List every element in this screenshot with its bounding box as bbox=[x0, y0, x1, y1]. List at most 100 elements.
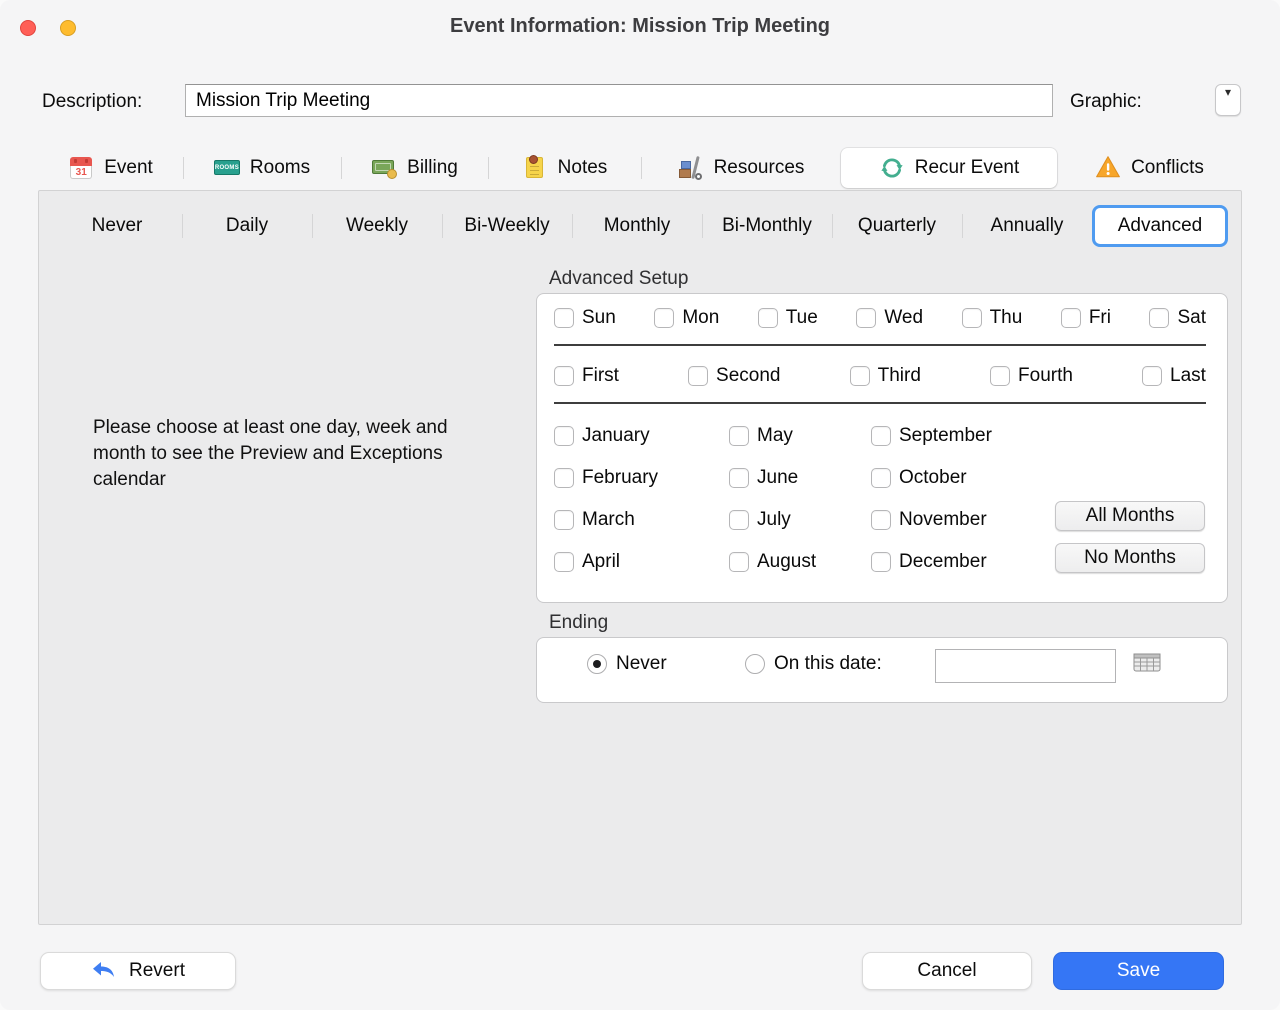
all-months-button[interactable]: All Months bbox=[1055, 501, 1205, 531]
radio-unselected[interactable] bbox=[745, 654, 765, 674]
month-column-2: May June July August bbox=[729, 424, 816, 574]
freq-tab-annually[interactable]: Annually bbox=[962, 205, 1092, 247]
ending-never-radio[interactable]: Never bbox=[587, 652, 667, 676]
freq-tab-weekly[interactable]: Weekly bbox=[312, 205, 442, 247]
checkbox[interactable] bbox=[554, 308, 574, 328]
checkbox[interactable] bbox=[554, 366, 574, 386]
tab-label: Event bbox=[104, 157, 153, 179]
week-label: Last bbox=[1170, 365, 1206, 387]
week-label: Third bbox=[878, 365, 921, 387]
checkbox[interactable] bbox=[850, 366, 870, 386]
checkbox[interactable] bbox=[758, 308, 778, 328]
freq-tab-never[interactable]: Never bbox=[52, 205, 182, 247]
month-checkbox-january[interactable]: January bbox=[554, 424, 658, 448]
dropdown-caret-icon: ▾ bbox=[1225, 86, 1231, 98]
freq-tab-quarterly[interactable]: Quarterly bbox=[832, 205, 962, 247]
week-checkbox-third[interactable]: Third bbox=[850, 364, 921, 388]
checkbox[interactable] bbox=[1149, 308, 1169, 328]
month-label: March bbox=[582, 509, 635, 531]
day-label: Thu bbox=[990, 307, 1023, 329]
checkbox[interactable] bbox=[729, 426, 749, 446]
freq-tab-bimonthly[interactable]: Bi-Monthly bbox=[702, 205, 832, 247]
week-checkbox-fourth[interactable]: Fourth bbox=[990, 364, 1073, 388]
checkbox[interactable] bbox=[990, 366, 1010, 386]
tab-notes[interactable]: Notes bbox=[488, 148, 641, 188]
cancel-button[interactable]: Cancel bbox=[862, 952, 1032, 990]
day-label: Sun bbox=[582, 307, 616, 329]
checkbox[interactable] bbox=[554, 468, 574, 488]
week-checkbox-first[interactable]: First bbox=[554, 364, 619, 388]
checkbox[interactable] bbox=[554, 510, 574, 530]
day-checkbox-wed[interactable]: Wed bbox=[856, 306, 923, 330]
month-checkbox-november[interactable]: November bbox=[871, 508, 992, 532]
freq-tab-advanced[interactable]: Advanced bbox=[1092, 205, 1228, 247]
week-checkbox-last[interactable]: Last bbox=[1142, 364, 1206, 388]
day-checkbox-sat[interactable]: Sat bbox=[1149, 306, 1206, 330]
checkbox[interactable] bbox=[962, 308, 982, 328]
weekday-row: Sun Mon Tue Wed Thu Fri Sat bbox=[554, 306, 1206, 330]
freq-tab-biweekly[interactable]: Bi-Weekly bbox=[442, 205, 572, 247]
radio-label: On this date: bbox=[774, 653, 882, 675]
checkbox[interactable] bbox=[1061, 308, 1081, 328]
tab-conflicts[interactable]: Conflicts bbox=[1057, 148, 1242, 188]
notes-sticky-icon bbox=[522, 155, 548, 181]
freq-tab-daily[interactable]: Daily bbox=[182, 205, 312, 247]
event-information-window: Event Information: Mission Trip Meeting … bbox=[0, 0, 1280, 1010]
checkbox[interactable] bbox=[871, 552, 891, 572]
week-label: First bbox=[582, 365, 619, 387]
revert-button[interactable]: Revert bbox=[40, 952, 236, 990]
tab-label: Rooms bbox=[250, 157, 310, 179]
checkbox[interactable] bbox=[1142, 366, 1162, 386]
radio-selected[interactable] bbox=[587, 654, 607, 674]
month-checkbox-march[interactable]: March bbox=[554, 508, 658, 532]
checkbox[interactable] bbox=[871, 426, 891, 446]
checkbox[interactable] bbox=[856, 308, 876, 328]
checkbox[interactable] bbox=[871, 510, 891, 530]
week-checkbox-second[interactable]: Second bbox=[688, 364, 780, 388]
tab-recur-event[interactable]: Recur Event bbox=[841, 148, 1057, 188]
tab-billing[interactable]: Billing bbox=[341, 148, 488, 188]
month-checkbox-june[interactable]: June bbox=[729, 466, 816, 490]
freq-tab-monthly[interactable]: Monthly bbox=[572, 205, 702, 247]
ending-heading: Ending bbox=[549, 612, 608, 634]
event-calendar-icon: 31 bbox=[68, 155, 94, 181]
checkbox[interactable] bbox=[871, 468, 891, 488]
month-checkbox-february[interactable]: February bbox=[554, 466, 658, 490]
day-checkbox-mon[interactable]: Mon bbox=[654, 306, 719, 330]
month-label: June bbox=[757, 467, 798, 489]
date-picker-icon[interactable] bbox=[1133, 651, 1161, 673]
checkbox[interactable] bbox=[554, 426, 574, 446]
checkbox[interactable] bbox=[729, 510, 749, 530]
description-input[interactable] bbox=[185, 84, 1053, 117]
day-checkbox-fri[interactable]: Fri bbox=[1061, 306, 1111, 330]
undo-arrow-icon bbox=[91, 960, 117, 982]
tab-label: Conflicts bbox=[1131, 157, 1204, 179]
checkbox[interactable] bbox=[688, 366, 708, 386]
month-checkbox-april[interactable]: April bbox=[554, 550, 658, 574]
day-checkbox-sun[interactable]: Sun bbox=[554, 306, 616, 330]
month-checkbox-may[interactable]: May bbox=[729, 424, 816, 448]
month-checkbox-july[interactable]: July bbox=[729, 508, 816, 532]
titlebar: Event Information: Mission Trip Meeting bbox=[0, 0, 1280, 56]
tab-resources[interactable]: Resources bbox=[641, 148, 841, 188]
day-checkbox-thu[interactable]: Thu bbox=[962, 306, 1023, 330]
checkbox[interactable] bbox=[554, 552, 574, 572]
month-checkbox-september[interactable]: September bbox=[871, 424, 992, 448]
save-button[interactable]: Save bbox=[1053, 952, 1224, 990]
tab-rooms[interactable]: ROOMS Rooms bbox=[183, 148, 341, 188]
month-checkbox-october[interactable]: October bbox=[871, 466, 992, 490]
month-checkbox-december[interactable]: December bbox=[871, 550, 992, 574]
month-checkbox-august[interactable]: August bbox=[729, 550, 816, 574]
day-checkbox-tue[interactable]: Tue bbox=[758, 306, 818, 330]
graphic-dropdown-button[interactable]: ▾ bbox=[1215, 84, 1241, 116]
tab-bar: 31 Event ROOMS Rooms Billing Notes bbox=[38, 148, 1242, 188]
checkbox[interactable] bbox=[654, 308, 674, 328]
week-label: Fourth bbox=[1018, 365, 1073, 387]
ending-on-date-radio[interactable]: On this date: bbox=[745, 652, 882, 676]
tab-event[interactable]: 31 Event bbox=[38, 148, 183, 188]
tab-label: Notes bbox=[558, 157, 608, 179]
checkbox[interactable] bbox=[729, 468, 749, 488]
ending-date-input[interactable] bbox=[935, 649, 1116, 683]
no-months-button[interactable]: No Months bbox=[1055, 543, 1205, 573]
checkbox[interactable] bbox=[729, 552, 749, 572]
